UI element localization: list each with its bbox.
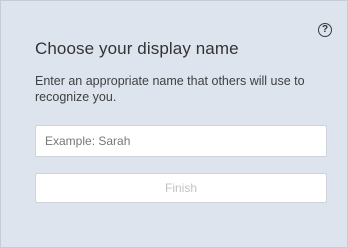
help-icon[interactable]: ? <box>318 23 332 37</box>
dialog-title: Choose your display name <box>35 39 239 58</box>
finish-button[interactable]: Finish <box>35 173 327 203</box>
help-icon-glyph: ? <box>321 24 329 35</box>
dialog-description: Enter an appropriate name that others wi… <box>35 74 305 104</box>
display-name-input[interactable] <box>35 125 327 157</box>
display-name-dialog: ? Choose your display name Enter an appr… <box>0 0 348 248</box>
